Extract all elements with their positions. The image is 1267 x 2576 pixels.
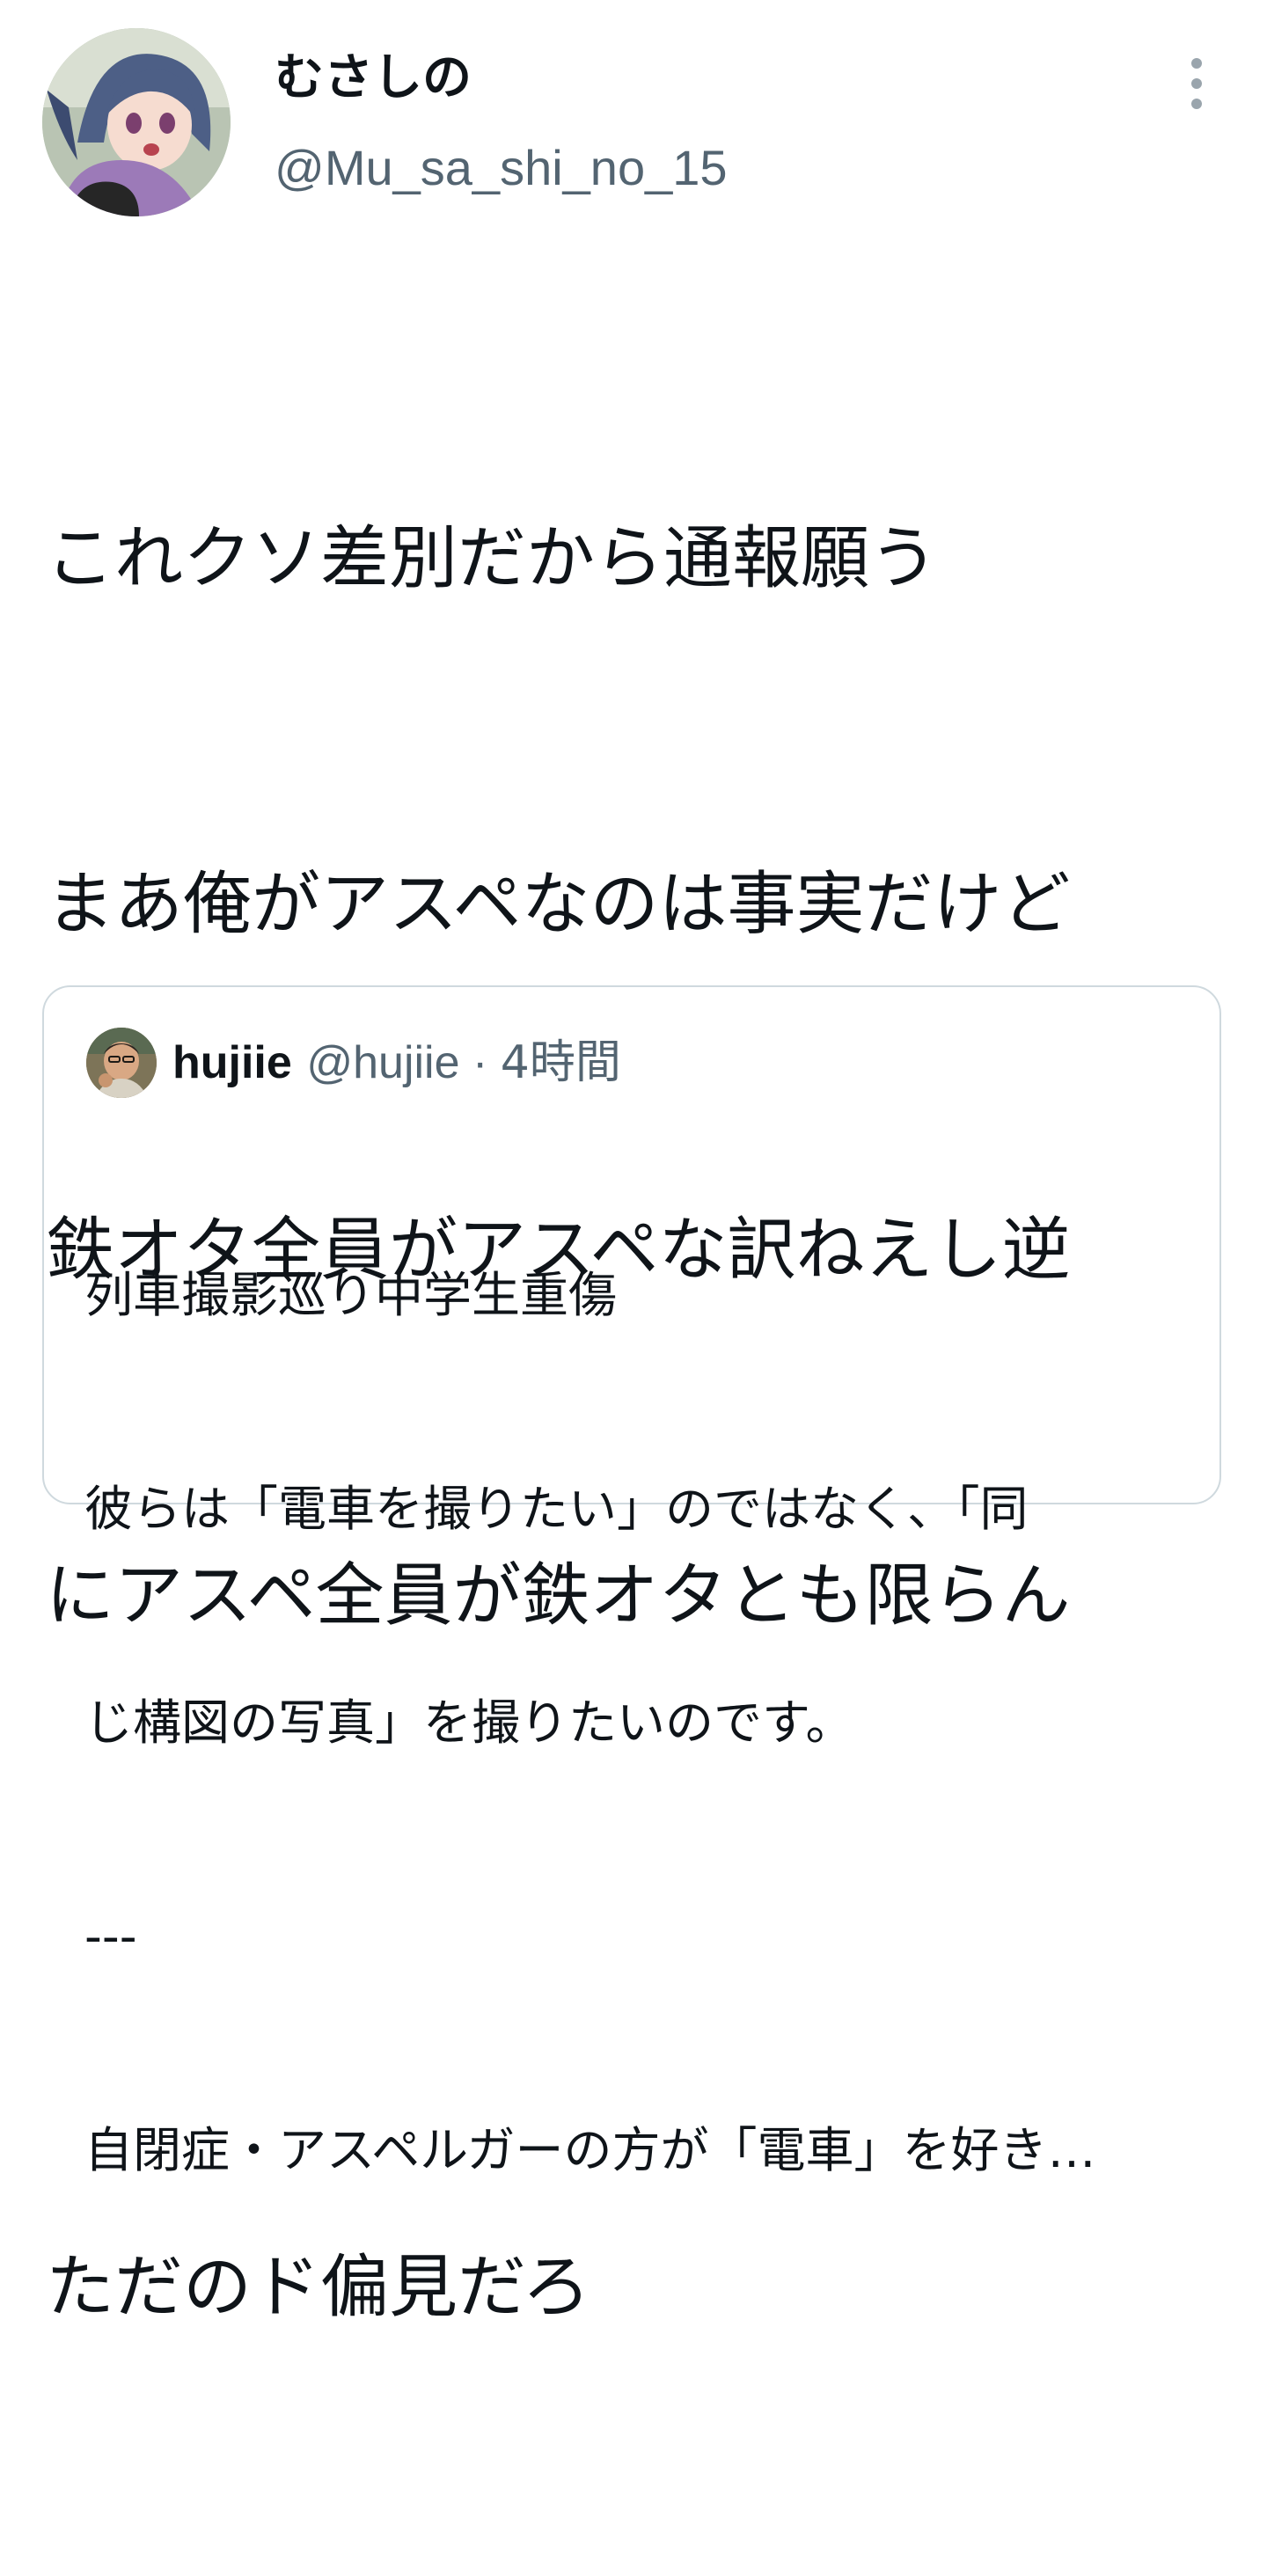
anime-avatar-icon (42, 28, 231, 216)
author-avatar[interactable] (42, 28, 231, 216)
quoted-author-handle[interactable]: @hujiie (306, 1037, 459, 1088)
author-handle[interactable]: @Mu_sa_shi_no_15 (275, 141, 728, 195)
tweet-text-line: これクソ差別だから通報願う (46, 519, 939, 598)
tweet-text-line: まあ俺がアスペなのは事実だけど (46, 865, 1071, 944)
tweet: むさしの @Mu_sa_shi_no_15 これクソ差別だから通報願う まあ俺が… (0, 0, 1267, 2327)
quoted-text-line: じ構図の写真」を撮りたいのです。 (84, 1694, 854, 1751)
quoted-author-avatar[interactable] (86, 1028, 157, 1098)
quoted-timestamp[interactable]: 4時間 (501, 1036, 621, 1089)
user-photo-avatar-icon (86, 1028, 157, 1098)
quoted-text-line: 彼らは「電車を撮りたい」のではなく、「同 (84, 1481, 1029, 1537)
quoted-tweet-text: 列車撮影巡り中学生重傷 彼らは「電車を撮りたい」のではなく、「同 じ構図の写真」… (84, 1117, 1193, 2329)
quoted-author-name[interactable]: hujiie (172, 1037, 292, 1088)
more-vertical-icon (1191, 58, 1202, 109)
author-display-name[interactable]: むさしの (275, 51, 472, 106)
more-options-button[interactable] (1170, 53, 1223, 114)
quoted-separator: · (459, 1037, 501, 1088)
quoted-text-line: 列車撮影巡り中学生重傷 (84, 1267, 618, 1323)
quoted-tweet-card[interactable]: hujiie @hujiie · 4時間 列車撮影巡り中学生重傷 彼らは「電車を… (42, 985, 1221, 2178)
quoted-text-line: --- (84, 1908, 137, 1965)
quoted-tweet-header: hujiie @hujiie · 4時間 (172, 1029, 621, 1096)
quoted-text-line: 自閉症・アスペルガーの方が「電車」を好き… (84, 2122, 1096, 2178)
